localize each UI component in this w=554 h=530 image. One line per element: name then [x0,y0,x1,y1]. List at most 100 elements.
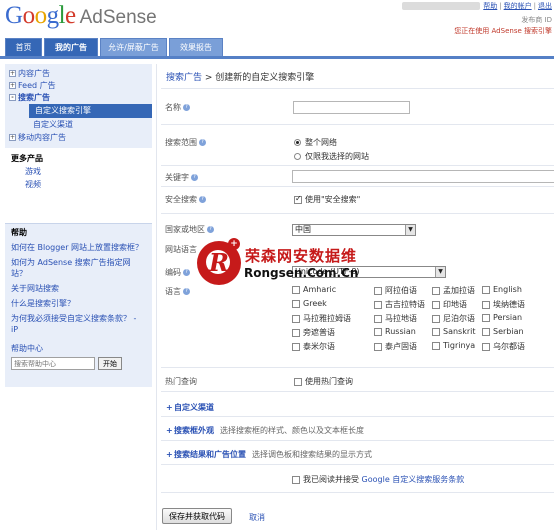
section-custom-channels[interactable]: +自定义渠道 [166,402,214,413]
save-and-get-code-button[interactable]: 保存并获取代码 [162,508,232,524]
language-option[interactable]: 乌尔都语 [482,341,525,352]
help-question[interactable]: 关于网站搜索 [11,283,146,294]
checkbox-unchecked[interactable] [374,314,382,323]
section-results-and-ad-placement[interactable]: +搜索结果和广告位置 选择调色板和搜索结果的显示方式 [166,449,372,460]
sidebar-item-search-ads[interactable]: - 搜索广告 [5,92,152,104]
trending-queries-label: 热门查询 [165,377,197,386]
checkbox-unchecked[interactable] [482,327,490,336]
language-option[interactable]: Persian [482,313,522,322]
help-icon[interactable]: ? [191,174,198,181]
checkbox-unchecked[interactable] [374,327,382,336]
my-account-link[interactable]: 我的帐户 [504,2,532,10]
language-option[interactable]: 泰卢固语 [374,341,417,352]
sidebar-item-custom-channels[interactable]: 自定义渠道 [5,118,152,132]
help-icon[interactable]: ? [183,104,190,111]
radio-unselected[interactable] [294,153,301,160]
trending-queries-checkbox[interactable]: 使用热门查询 [294,376,353,387]
safesearch-checkbox[interactable]: 使用"安全搜索" [294,194,360,205]
sidebar-item-mobile-content-ads[interactable]: + 移动内容广告 [5,132,152,144]
language-option-label: English [493,285,522,294]
checkbox-unchecked[interactable] [292,328,300,337]
sign-out-link[interactable]: 退出 [538,2,552,10]
help-icon[interactable]: ? [199,196,206,203]
terms-link[interactable]: Google 自定义搜索服务条款 [362,475,465,484]
help-question[interactable]: 如何在 Blogger 网站上放置搜索框？ [11,242,146,253]
tab-my-ads[interactable]: 我的广告 [44,38,98,56]
checkbox-checked[interactable] [294,194,302,204]
plus-icon: + [228,238,240,250]
account-email-redacted [402,1,481,10]
collapse-icon[interactable]: - [9,94,16,101]
language-option[interactable]: 旁遮普语 [292,327,335,338]
scope-radio-entire-web[interactable]: 整个网络 [294,137,337,148]
more-products-video[interactable]: 视频 [11,178,152,191]
checkbox-unchecked[interactable] [482,342,490,351]
help-search-button[interactable]: 开始 [98,357,122,370]
help-link[interactable]: 帮助 [483,2,497,10]
sidebar-item-custom-search-engine[interactable]: 自定义搜索引擎 [29,104,152,118]
checkbox-unchecked[interactable] [292,314,300,323]
expand-icon[interactable]: + [166,403,174,412]
language-option[interactable]: 印地语 [432,299,467,310]
checkbox-unchecked[interactable] [432,286,440,295]
keywords-input[interactable] [292,170,554,183]
language-option[interactable]: Sanskrit [432,327,476,336]
more-products-games[interactable]: 游戏 [11,165,152,178]
expand-icon[interactable]: + [166,426,174,435]
help-search-input[interactable] [11,357,95,370]
sidebar-item-feed-ads[interactable]: + Feed 广告 [5,80,152,92]
expand-icon[interactable]: + [9,82,16,89]
tab-home[interactable]: 首页 [5,38,42,56]
cancel-link[interactable]: 取消 [249,512,265,523]
checkbox-unchecked[interactable] [292,475,300,484]
tab-performance-reports[interactable]: 效果报告 [169,38,223,56]
checkbox-unchecked[interactable] [432,314,440,323]
language-option[interactable]: Russian [374,327,416,336]
language-option[interactable]: 泰米尔语 [292,341,335,352]
expand-icon[interactable]: + [9,134,16,141]
language-option[interactable]: 埃纳德语 [482,299,525,310]
language-option[interactable]: 马拉地语 [374,313,417,324]
country-select[interactable]: 中国 ▼ [292,224,416,236]
help-icon[interactable]: ? [199,139,206,146]
checkbox-unchecked[interactable] [292,299,300,308]
checkbox-unchecked[interactable] [374,300,382,309]
help-center-link[interactable]: 帮助中心 [11,343,146,354]
checkbox-unchecked[interactable] [482,300,490,309]
help-icon[interactable]: ? [183,269,190,276]
help-question[interactable]: 什么是搜索引擎？ [11,298,146,309]
language-option[interactable]: Greek [292,299,327,308]
language-option[interactable]: 古吉拉特语 [374,299,425,310]
divider [161,124,554,125]
language-option-label: Greek [303,299,327,308]
checkbox-unchecked[interactable] [294,377,302,386]
tab-allow-block-ads[interactable]: 允许/屏蔽广告 [100,38,167,56]
checkbox-unchecked[interactable] [482,313,490,322]
help-icon[interactable]: ? [207,226,214,233]
radio-selected[interactable] [294,139,301,146]
checkbox-unchecked[interactable] [482,285,490,294]
expand-icon[interactable]: + [166,450,174,459]
language-option[interactable]: 马拉雅拉姆语 [292,313,351,324]
help-icon[interactable]: ? [183,288,190,295]
checkbox-unchecked[interactable] [292,342,300,351]
expand-icon[interactable]: + [9,70,16,77]
name-input[interactable] [293,101,410,114]
adsense-logo[interactable]: Google AdSense [5,2,157,32]
language-option[interactable]: Serbian [482,327,524,336]
checkbox-unchecked[interactable] [374,342,382,351]
help-question[interactable]: 为何我必须接受自定义搜索条款？ - iP [11,313,146,335]
language-option[interactable]: 尼泊尔语 [432,313,475,324]
language-option[interactable]: Tigrinya [432,341,475,350]
checkbox-unchecked[interactable] [432,341,440,350]
language-option[interactable]: English [482,285,522,294]
checkbox-unchecked[interactable] [432,327,440,336]
help-question[interactable]: 如何为 AdSense 搜索广告指定网站？ [11,257,146,279]
section-search-box-appearance[interactable]: +搜索框外观 选择搜索框的样式、颜色以及文本框长度 [166,425,364,436]
scope-radio-selected-sites[interactable]: 仅限我选择的网站 [294,151,369,162]
language-option[interactable]: 孟加拉语 [432,285,475,296]
breadcrumb-search-ads-link[interactable]: 搜索广告 [166,73,202,83]
terms-agreement[interactable]: 我已阅读并接受 Google 自定义搜索服务条款 [292,474,464,485]
checkbox-unchecked[interactable] [432,300,440,309]
sidebar-item-content-ads[interactable]: + 内容广告 [5,68,152,80]
